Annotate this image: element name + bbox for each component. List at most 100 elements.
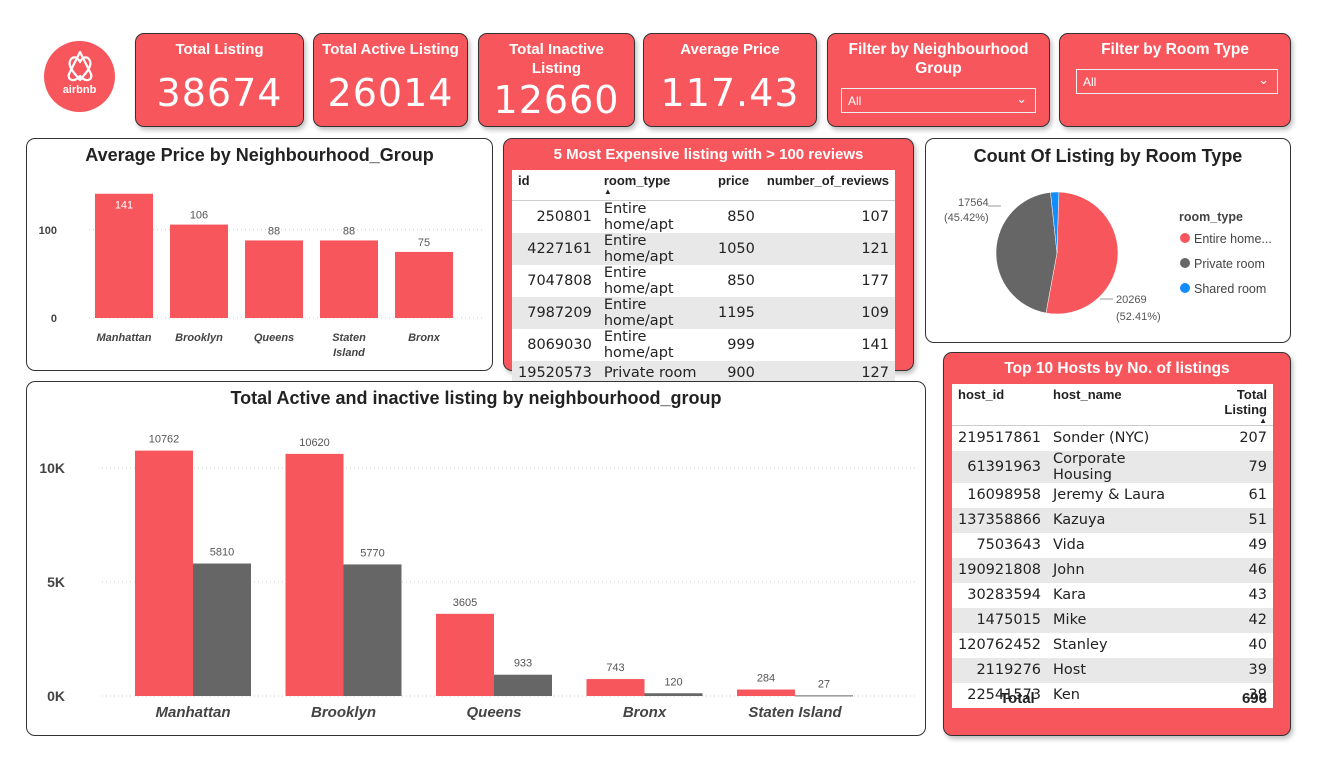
column-header[interactable]: Total Listing ▲ xyxy=(1188,384,1273,426)
data-label-percent: (45.42%) xyxy=(944,212,989,224)
x-tick-label: Bronx xyxy=(408,332,441,344)
column-header[interactable]: room_type ▲ xyxy=(597,170,712,201)
y-tick-label: 0 xyxy=(51,313,57,325)
table-title: Top 10 Hosts by No. of listings xyxy=(1004,360,1230,377)
legend-marker xyxy=(1180,258,1190,268)
room-type-chart-card: Count Of Listing by Room Type 20269 (52.4… xyxy=(925,138,1291,343)
total-row: Total 696 xyxy=(952,686,1273,712)
table-cell: 40 xyxy=(1248,637,1267,653)
x-tick-label: Brooklyn xyxy=(175,332,223,344)
kpi-value: 117.43 xyxy=(660,71,800,115)
kpi-value: 26014 xyxy=(327,71,454,115)
legend-marker xyxy=(1180,283,1190,293)
bar xyxy=(436,613,494,696)
data-label: 10762 xyxy=(149,434,180,446)
kpi-title: Total Listing xyxy=(175,41,264,58)
table-cell: Sonder (NYC) xyxy=(1053,430,1150,447)
airbnb-logo-icon xyxy=(67,50,93,82)
airbnb-logo: airbnb xyxy=(44,41,115,112)
table-cell: 120762452 xyxy=(958,637,1042,653)
table-row: 1475015 Mike 42 xyxy=(952,607,1273,633)
data-label: 75 xyxy=(418,237,430,249)
table-cell: 61391963 xyxy=(952,450,1048,483)
legend-marker xyxy=(1180,233,1190,243)
x-tick-label: Bronx xyxy=(623,704,667,721)
kpi-title: Total Active Listing xyxy=(322,41,459,58)
table-cell: Entire home/apt xyxy=(597,296,712,329)
y-tick-label: 10K xyxy=(39,460,65,476)
table-title: 5 Most Expensive listing with > 100 revi… xyxy=(553,146,864,163)
filter-title: Filter by Neighbourhood Group xyxy=(848,41,1029,77)
table-row: 30283594 Kara 43 xyxy=(952,583,1273,608)
kpi-value: 38674 xyxy=(156,71,283,115)
table-cell: 207 xyxy=(1239,430,1267,447)
table-cell: 2119276 xyxy=(952,657,1048,683)
table-cell: 42 xyxy=(1188,607,1273,633)
kpi-title: Average Price xyxy=(680,41,780,58)
table-cell: 79 xyxy=(1188,450,1273,483)
table-row: 7047808 Entire home/apt 850 177 xyxy=(512,265,895,297)
table-row: 7987209 Entire home/apt 1195 109 xyxy=(512,296,895,329)
sort-arrow-icon: ▲ xyxy=(603,187,612,196)
legend-title: room_type xyxy=(1179,210,1243,224)
x-tick-label: Island xyxy=(333,347,365,359)
x-tick-label: Manhattan xyxy=(156,704,231,721)
bar xyxy=(320,240,378,318)
table-cell: 7047808 xyxy=(527,272,592,289)
x-tick-label: Manhattan xyxy=(97,332,152,344)
bar xyxy=(245,240,303,318)
column-header[interactable]: id xyxy=(512,170,598,201)
table-cell: 4227161 xyxy=(512,232,598,265)
chevron-down-icon: ⌄ xyxy=(1258,72,1269,87)
avg-price-chart: 0 100 141 Manhattan 106 Brooklyn 88 Queens 88 Sta… xyxy=(39,193,485,359)
table-cell: 49 xyxy=(1248,537,1267,553)
kpi-total-listing: Total Listing 38674 xyxy=(135,33,304,127)
table-cell: 999 xyxy=(727,336,755,353)
sort-arrow-icon: ▲ xyxy=(1259,416,1267,425)
x-tick-label: Brooklyn xyxy=(311,704,376,721)
bar xyxy=(193,563,251,696)
column-header[interactable]: host_id xyxy=(952,384,1048,426)
table-cell: 109 xyxy=(760,296,895,329)
table-cell: Kara xyxy=(1053,587,1087,603)
data-label: 3605 xyxy=(453,597,477,609)
table-row: 219517861 Sonder (NYC) 207 xyxy=(952,426,1273,451)
table-row: 2119276 Host 39 xyxy=(952,657,1273,683)
bar xyxy=(494,674,552,696)
bar xyxy=(737,689,795,696)
y-tick-label: 5K xyxy=(47,574,65,590)
column-header[interactable]: number_of_reviews xyxy=(760,170,895,201)
table-cell: Entire home/apt xyxy=(603,200,674,233)
column-header[interactable]: host_name xyxy=(1047,384,1189,426)
bar xyxy=(170,224,228,318)
table-cell: 7503643 xyxy=(976,537,1042,553)
table-cell: 43 xyxy=(1248,587,1267,603)
table-cell: Stanley xyxy=(1053,637,1108,653)
room-type-pie-chart: 20269 (52.41%) 17564 (45.42%) room_type Entir… xyxy=(944,191,1272,323)
table-cell: 137358866 xyxy=(952,507,1048,533)
table-row: 190921808 John 46 xyxy=(952,557,1273,583)
table-cell: 1050 xyxy=(711,232,761,265)
table-cell: John xyxy=(1047,557,1189,583)
chevron-down-icon: ⌄ xyxy=(1016,91,1027,106)
filter-title: Filter by Room Type xyxy=(1101,41,1249,58)
column-header[interactable]: price xyxy=(711,170,761,201)
x-tick-label: Queens xyxy=(466,704,521,721)
legend-item: Entire home... xyxy=(1194,232,1272,246)
table-cell: 46 xyxy=(1188,557,1273,583)
table-cell: Corporate Housing xyxy=(1047,450,1189,483)
table-cell: Host xyxy=(1047,657,1189,683)
data-label: 933 xyxy=(514,658,532,670)
table-cell: 219517861 xyxy=(958,430,1042,447)
neighbourhood-dropdown[interactable]: All ⌄ xyxy=(841,88,1036,113)
data-label: 17564 xyxy=(958,197,989,209)
table-row: 16098958 Jeremy & Laura 61 xyxy=(952,483,1273,508)
table-cell: Entire home/apt xyxy=(597,232,712,265)
table-cell: Kazuya xyxy=(1047,507,1189,533)
data-label: 141 xyxy=(115,200,133,212)
table-cell: 250801 xyxy=(536,208,592,225)
table-cell: 61 xyxy=(1248,487,1267,503)
room-type-dropdown[interactable]: All ⌄ xyxy=(1076,69,1278,94)
avg-price-chart-card: Average Price by Neighbourhood_Group 0 10… xyxy=(26,138,493,371)
table-row: 8069030 Entire home/apt 999 141 xyxy=(512,329,895,361)
